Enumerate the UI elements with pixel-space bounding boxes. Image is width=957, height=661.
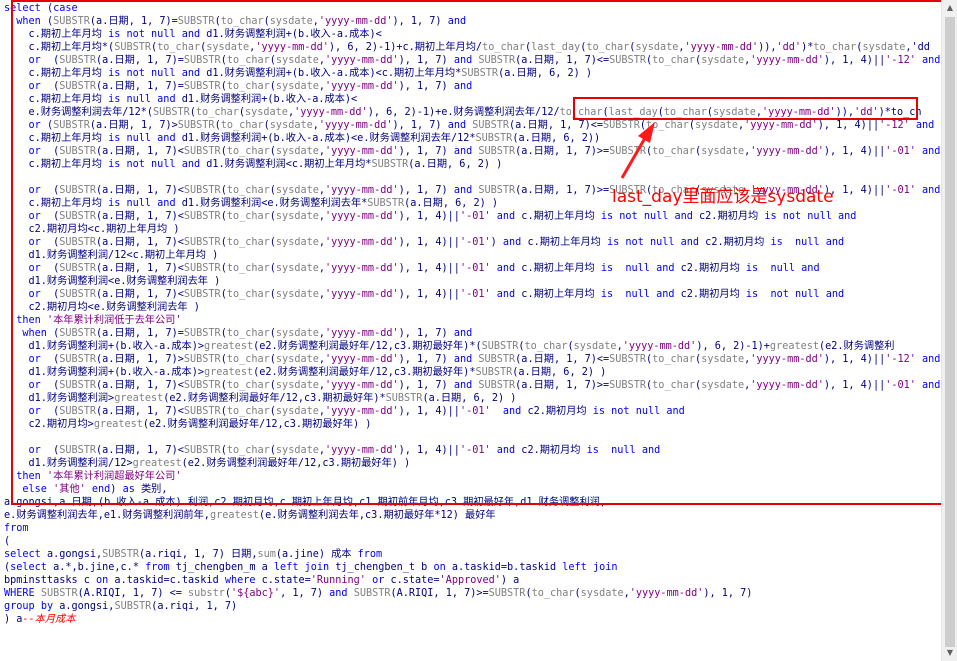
code-line: c.期初上年月均 is null and d1.财务调整利润<e.财务调整利润去… [4, 198, 499, 209]
code-line: a.gongsi,a.日期,(b.收入-a.成本) 利润,c2.期初月均,c.期… [4, 497, 606, 508]
code-line: WHERE SUBSTR(A.RIQI, 1, 7) <= substr('${… [4, 588, 753, 599]
code-line: or (SUBSTR(a.日期, 1, 7)<SUBSTR(to_char(sy… [28, 211, 857, 222]
sql-editor[interactable]: select (case when (SUBSTR(a.日期, 1, 7)=SU… [0, 0, 941, 661]
code-line: c.期初上年月均 is not null and d1.财务调整利润<c.期初上… [4, 159, 503, 170]
code-line: or (SUBSTR(a.日期, 1, 7)=SUBSTR(to_char(sy… [28, 55, 941, 66]
code-line: select a.gongsi,SUBSTR(a.riqi, 1, 7) 日期,… [4, 549, 383, 560]
code-line: or (SUBSTR(a.日期, 1, 7)>SUBSTR(to_char(sy… [28, 120, 935, 131]
code-line: or (SUBSTR(a.日期, 1, 7)<SUBSTR(to_char(sy… [28, 289, 845, 300]
code-line: d1.财务调整利润/12>greatest(e2.财务调整利润最好年/12,c3… [4, 458, 411, 469]
code-line: else '其他' end) as 类别, [22, 484, 168, 495]
code-line: group by a.gongsi,SUBSTR(a.riqi, 1, 7) [4, 601, 238, 612]
code-line: (select a.*,b.jine,c.* from tj_chengben_… [4, 562, 618, 573]
code-line: or (SUBSTR(a.日期, 1, 7)=SUBSTR(to_char(sy… [28, 81, 473, 92]
code-line: ) a--本月成本 [4, 614, 76, 625]
code-line: or (SUBSTR(a.日期, 1, 7)<SUBSTR(to_char(sy… [28, 406, 685, 417]
code-line: e.财务调整利润去年,e1.财务调整利润前年,greatest(e.财务调整利润… [4, 510, 496, 521]
code-line: d1.财务调整利润<e.财务调整利润去年 ) [4, 276, 221, 287]
code-line: e.财务调整利润去年/12*(SUBSTR(to_char(sysdate,'y… [4, 107, 922, 118]
code-line: or (SUBSTR(a.日期, 1, 7)<SUBSTR(to_char(sy… [28, 146, 941, 157]
code-line: c.期初上年月均*(SUBSTR(to_char(sysdate,'yyyy-m… [4, 42, 930, 53]
scroll-up-arrow-icon[interactable]: ▲ [942, 0, 957, 16]
scrollbar-thumb[interactable] [945, 17, 955, 647]
code-line: c2.期初月均>greatest(e2.财务调整利润最好年/12,c3.期初最好… [4, 419, 372, 430]
code-line: from [4, 523, 29, 534]
code-line: c.期初上年月均 is null and d1.财务调整利润+(b.收入-a.成… [4, 94, 358, 105]
code-line: or (SUBSTR(a.日期, 1, 7)<SUBSTR(to_char(sy… [28, 445, 661, 456]
code-line: ( [4, 536, 11, 547]
code-line: or (SUBSTR(a.日期, 1, 7)<SUBSTR(to_char(sy… [28, 263, 820, 274]
code-line: c.期初上年月均 is null and d1.财务调整利润+(b.收入-a.成… [4, 133, 601, 144]
code-line: c.期初上年月均 is not null and d1.财务调整利润+(b.收入… [4, 29, 382, 40]
code-line: or (SUBSTR(a.日期, 1, 7)<SUBSTR(to_char(sy… [28, 380, 941, 391]
code-line: d1.财务调整利润+(b.收入-a.成本)>greatest(e2.财务调整利润… [4, 341, 895, 352]
code-line: or (SUBSTR(a.日期, 1, 7)>SUBSTR(to_char(sy… [28, 354, 941, 365]
code-line: then '本年累计利润低于去年公司' [16, 315, 182, 326]
vertical-scrollbar[interactable]: ▲ ▼ [941, 0, 957, 661]
code-line: when (SUBSTR(a.日期, 1, 7)=SUBSTR(to_char(… [16, 16, 467, 27]
code-line: d1.财务调整利润/12<c.期初上年月均 ) [4, 250, 219, 261]
code-line: d1.财务调整利润+(b.收入-a.成本)>greatest(e2.财务调整利润… [4, 367, 607, 378]
scroll-down-arrow-icon[interactable]: ▼ [942, 645, 957, 661]
code-line: c.期初上年月均 is not null and d1.财务调整利润+(b.收入… [4, 68, 593, 79]
code-line: when (SUBSTR(a.日期, 1, 7)=SUBSTR(to_char(… [22, 328, 473, 339]
annotation-text: last_day里面应该是sysdate [612, 187, 834, 207]
code-line: d1.财务调整利润>greatest(e2.财务调整利润最好年/12,c3.期初… [4, 393, 517, 404]
code-line: c2.期初月均<c.期初上年月均 ) [4, 224, 180, 235]
code-line: select (case [4, 3, 78, 14]
code-line: c2.期初月均<e.财务调整利润去年 ) [4, 302, 200, 313]
code-line: bpminsttasks c on a.taskid=c.taskid wher… [4, 575, 520, 586]
code-line: then '本年累计利润超最好年公司' [16, 471, 182, 482]
code-line: or (SUBSTR(a.日期, 1, 7)<SUBSTR(to_char(sy… [28, 237, 845, 248]
